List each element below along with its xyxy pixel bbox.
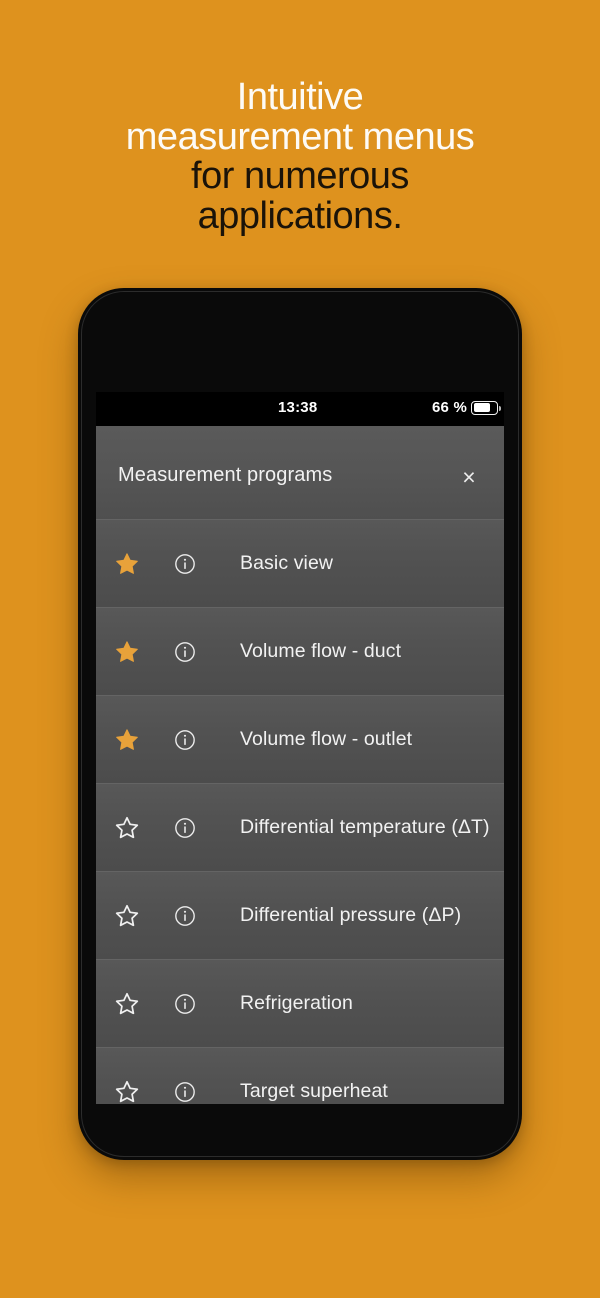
info-circle-icon[interactable] <box>158 817 212 839</box>
list-item[interactable]: Target superheat <box>96 1047 504 1104</box>
list-item-label: Differential temperature (ΔT) <box>240 816 490 838</box>
info-circle-icon[interactable] <box>158 905 212 927</box>
list-item[interactable]: Volume flow - duct <box>96 607 504 695</box>
battery-icon <box>471 400 501 415</box>
phone-screen: 13:38 66 % Measurement programs × Basic … <box>96 392 504 1104</box>
star-filled-icon[interactable] <box>96 727 158 753</box>
list-item-label: Target superheat <box>240 1080 388 1102</box>
close-icon[interactable]: × <box>456 464 482 490</box>
star-outline-icon[interactable] <box>96 815 158 841</box>
headline-line-1: Intuitive <box>236 76 364 118</box>
star-outline-icon[interactable] <box>96 903 158 929</box>
info-circle-icon[interactable] <box>158 993 212 1015</box>
list-item-label: Refrigeration <box>240 992 353 1014</box>
modal-header: Measurement programs × <box>96 426 504 519</box>
list-item[interactable]: Differential pressure (ΔP) <box>96 871 504 959</box>
info-circle-icon[interactable] <box>158 1081 212 1103</box>
list-item-label: Basic view <box>240 552 334 574</box>
list-item[interactable]: Volume flow - outlet <box>96 695 504 783</box>
headline-line-4: applications. <box>197 194 403 237</box>
list-item[interactable]: Differential temperature (ΔT) <box>96 783 504 871</box>
battery-fill <box>473 403 490 412</box>
star-outline-icon[interactable] <box>96 991 158 1017</box>
marketing-headline: Intuitive measurement menus for numerous… <box>0 76 600 237</box>
star-filled-icon[interactable] <box>96 639 158 665</box>
list-item[interactable]: Basic view <box>96 519 504 607</box>
app-content: Measurement programs × Basic view Volume … <box>96 426 504 1104</box>
status-bar-right-group: 66 % <box>432 399 501 416</box>
measurement-program-list: Basic view Volume flow - duct Volume flow … <box>96 519 504 1104</box>
status-bar-time: 13:38 <box>278 399 318 416</box>
info-circle-icon[interactable] <box>158 553 212 575</box>
list-item-label: Volume flow - outlet <box>240 728 413 750</box>
list-item[interactable]: Refrigeration <box>96 959 504 1047</box>
status-bar: 13:38 66 % <box>96 392 504 426</box>
info-circle-icon[interactable] <box>158 641 212 663</box>
phone-mockup: 13:38 66 % Measurement programs × Basic … <box>78 288 522 1160</box>
list-item-label: Volume flow - duct <box>240 640 402 662</box>
star-outline-icon[interactable] <box>96 1079 158 1105</box>
info-circle-icon[interactable] <box>158 729 212 751</box>
list-item-label: Differential pressure (ΔP) <box>240 904 462 926</box>
star-filled-icon[interactable] <box>96 551 158 577</box>
headline-line-2: measurement menus <box>125 115 475 158</box>
modal-title: Measurement programs <box>118 464 333 486</box>
battery-percent-label: 66 % <box>432 399 467 416</box>
headline-line-3: for numerous <box>191 155 409 198</box>
